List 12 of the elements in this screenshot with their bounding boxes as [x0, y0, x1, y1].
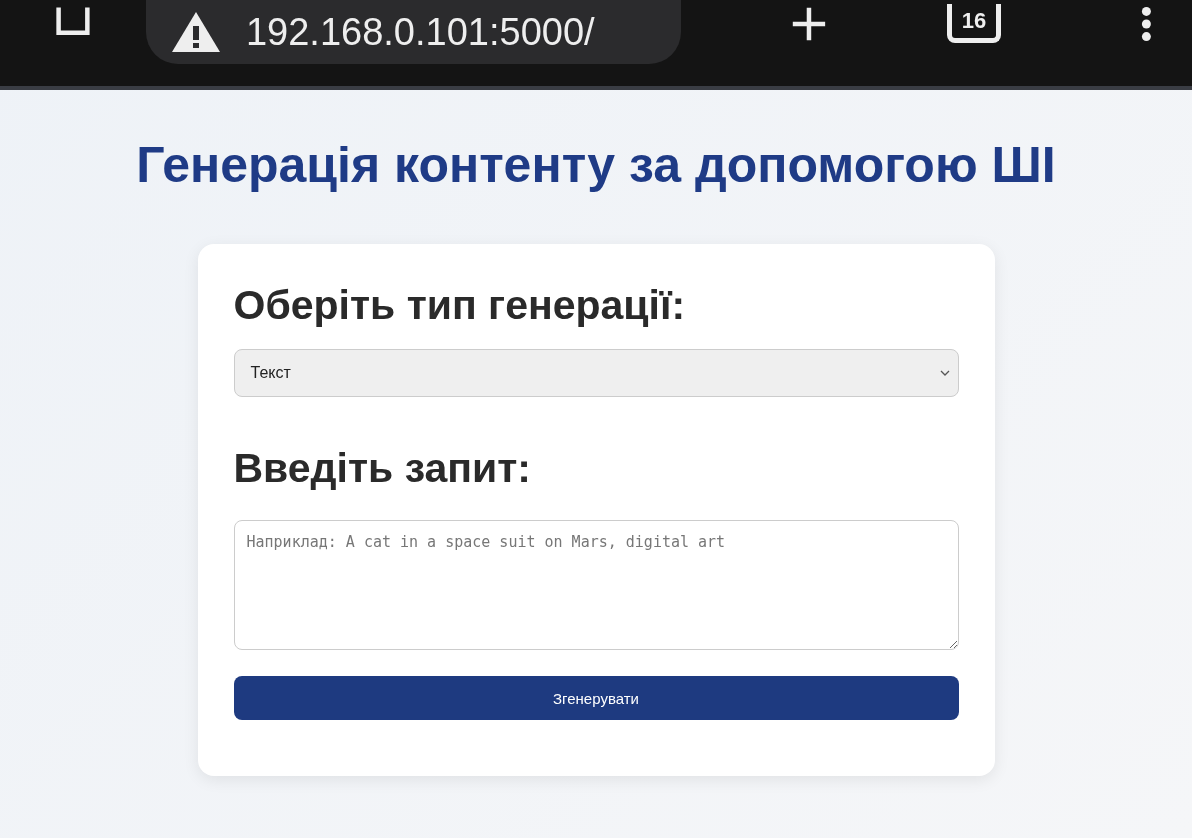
type-select[interactable]: Текст [233, 349, 959, 397]
generate-button[interactable]: Згенерувати [233, 676, 959, 720]
section-heading: Оберіть тип генерації: [233, 282, 687, 329]
section-heading: Введіть запит: [233, 445, 532, 492]
tab-count-button[interactable]: 16 [946, 4, 1002, 43]
warning-icon [169, 10, 222, 54]
address-bar[interactable]: 192.168.0.101:5000/ [145, 0, 681, 64]
page-title: Генерація контенту за допомогою ШІ [135, 136, 1057, 194]
chevron-down-icon [939, 370, 950, 376]
url-text: 192.168.0.101:5000/ [245, 10, 595, 54]
menu-icon[interactable] [1141, 4, 1152, 44]
prompt-field[interactable]: Наприклад: A cat in a space suit on Mars, digital art [233, 520, 959, 650]
